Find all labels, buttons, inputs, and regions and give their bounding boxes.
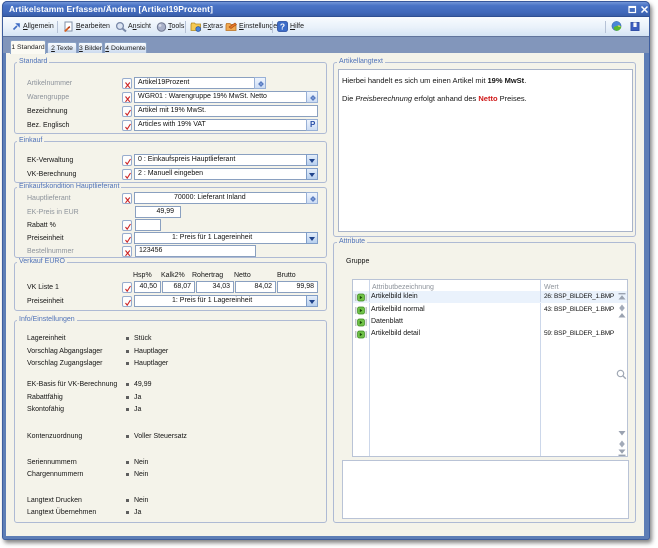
svg-text:?: ? (280, 21, 285, 31)
